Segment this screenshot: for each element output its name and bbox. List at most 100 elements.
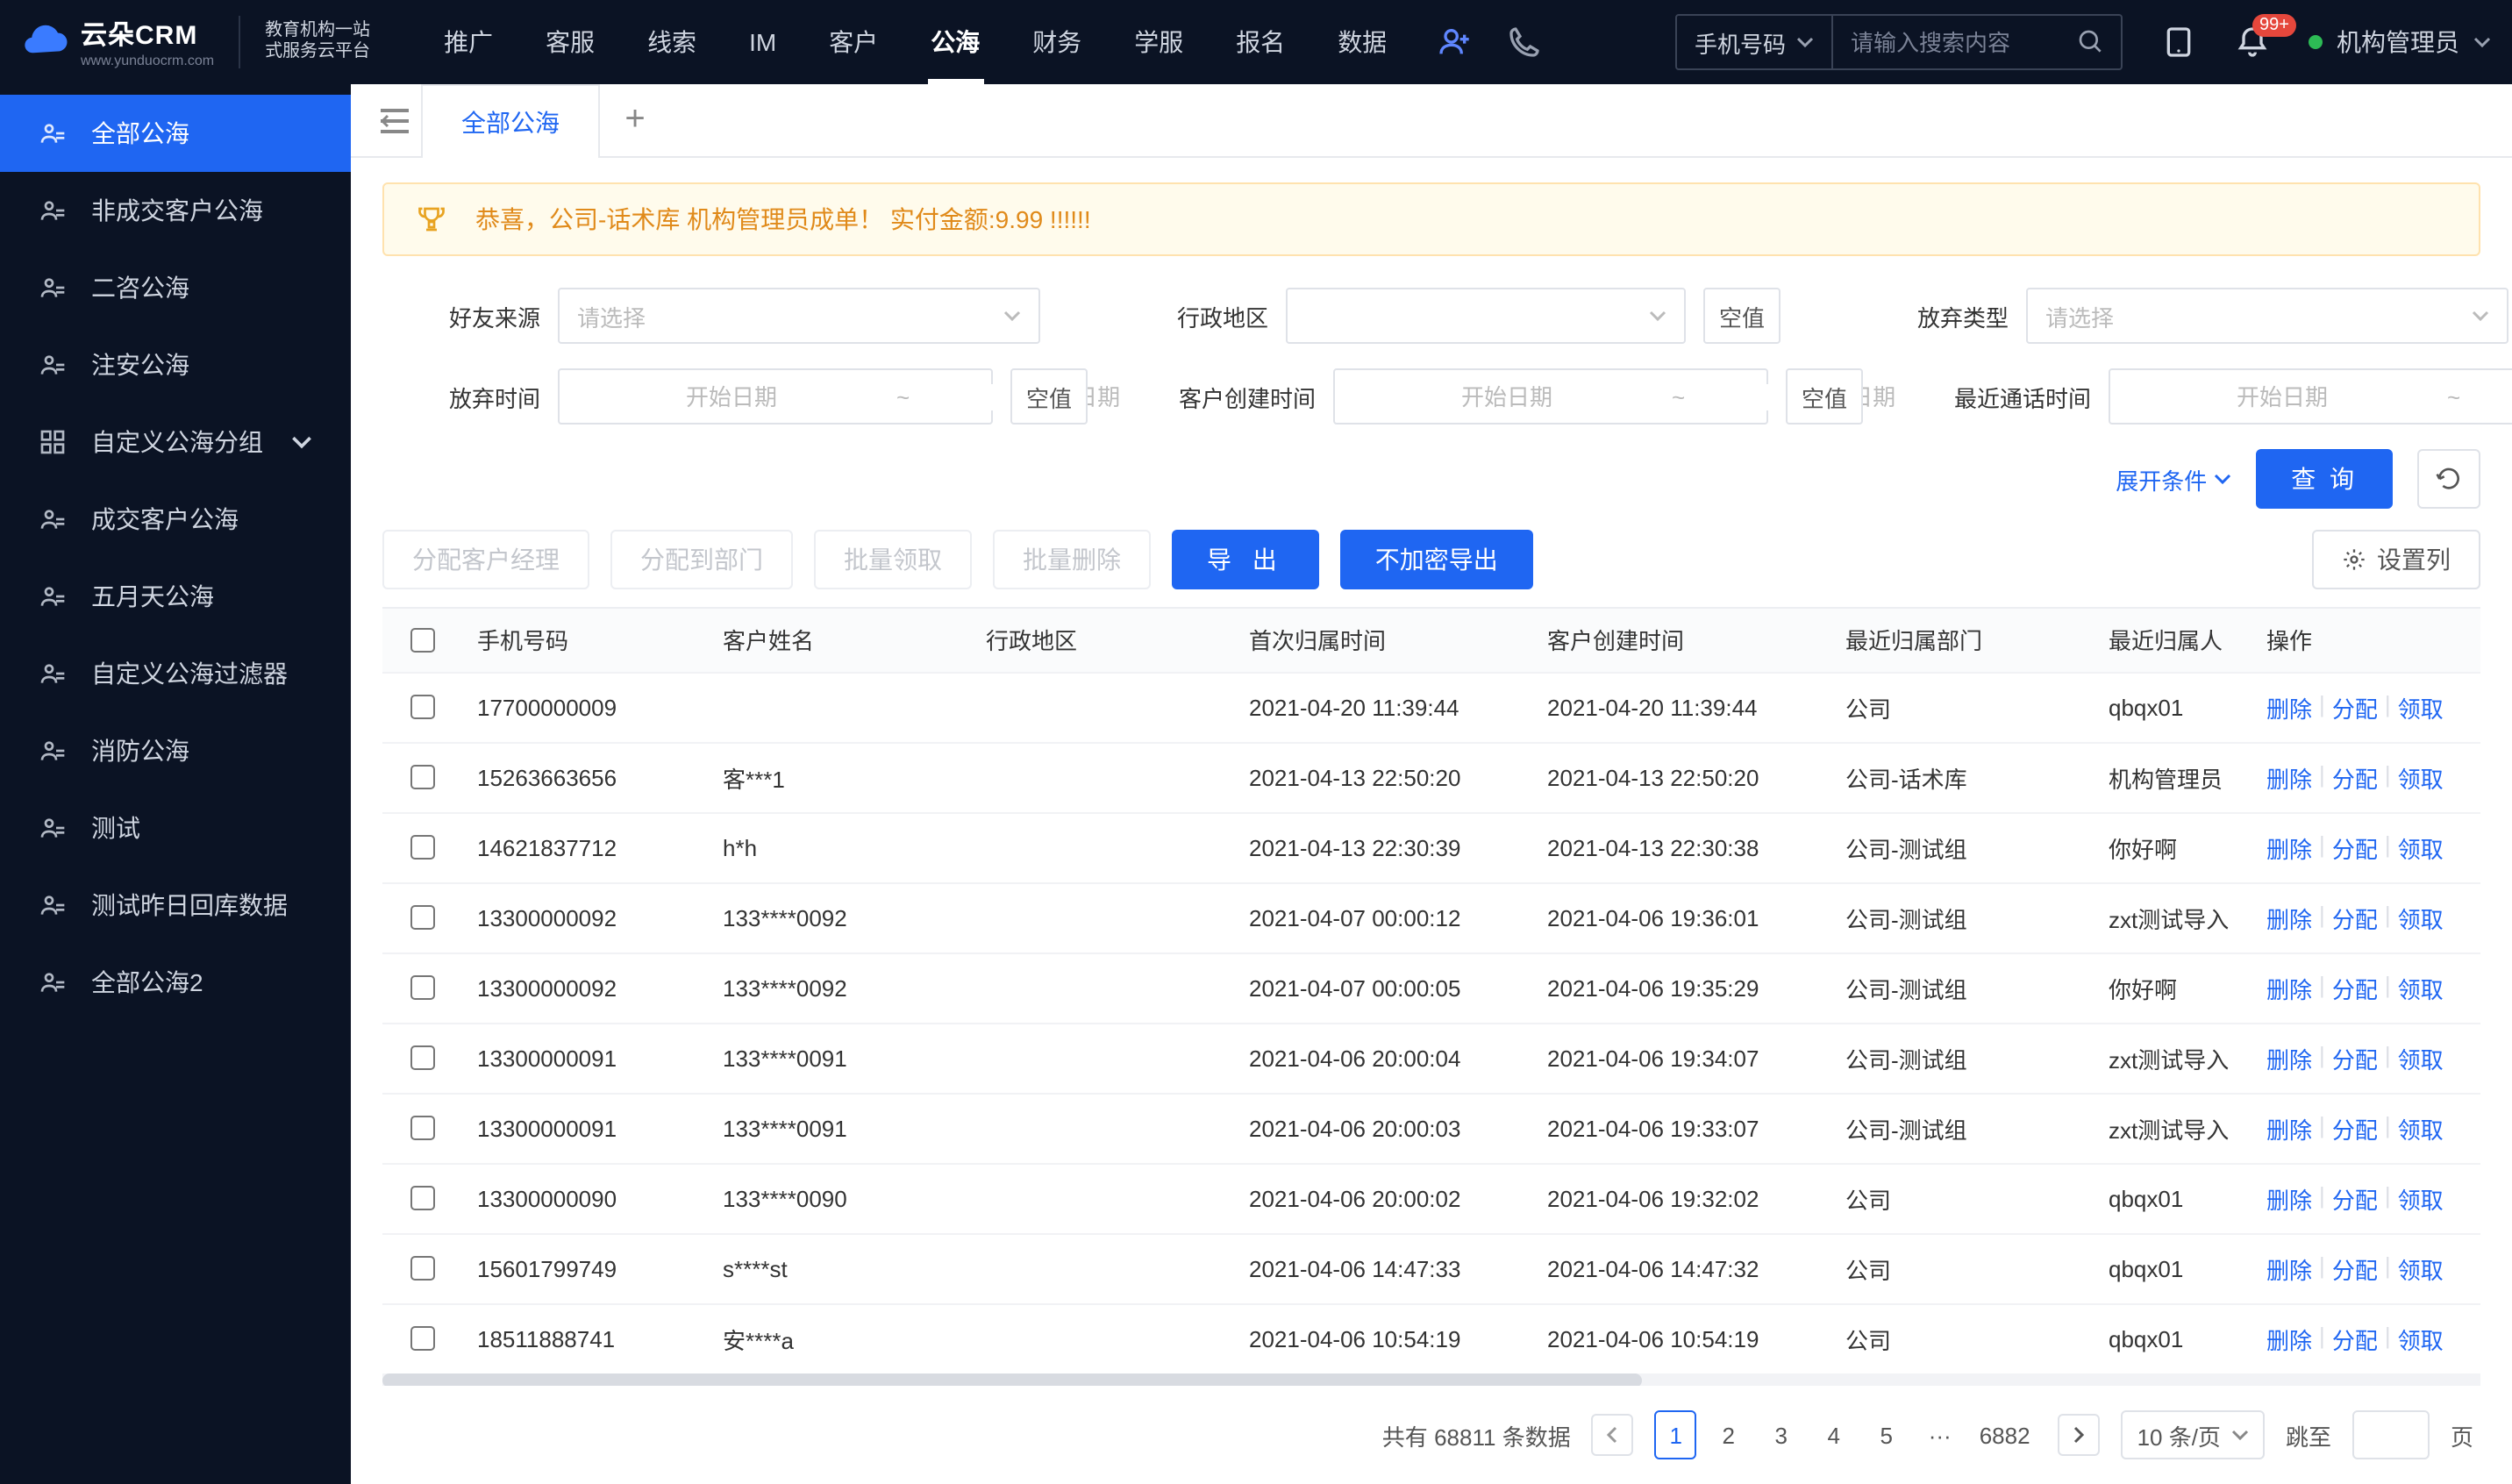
next-page-button[interactable] [2059,1414,2101,1456]
row-delete[interactable]: 删除 [2266,690,2312,724]
nav-客户[interactable]: 客户 [804,0,903,84]
sidebar-item-自定义公海分组[interactable]: 自定义公海分组 [0,403,351,481]
page-4[interactable]: 4 [1813,1410,1855,1459]
sidebar-item-消防公海[interactable]: 消防公海 [0,712,351,789]
select-all-checkbox[interactable] [410,628,435,653]
horizontal-scrollbar[interactable] [382,1373,2480,1386]
row-claim[interactable]: 领取 [2398,1181,2444,1215]
row-claim[interactable]: 领取 [2398,760,2444,794]
end-date-input[interactable] [2471,383,2512,410]
nav-IM[interactable]: IM [724,0,801,84]
row-checkbox[interactable] [410,1326,435,1351]
row-delete[interactable]: 删除 [2266,1322,2312,1355]
filter-放弃类型[interactable]: 请选择 [2026,288,2508,344]
page-size-select[interactable]: 10 条/页 [2122,1410,2265,1459]
sidebar-item-测试[interactable]: 测试 [0,789,351,867]
tab-all-public[interactable]: 全部公海 [421,84,600,158]
nav-数据[interactable]: 数据 [1313,0,1411,84]
row-delete[interactable]: 删除 [2266,971,2312,1004]
batch-delete-button[interactable]: 批量删除 [993,530,1151,589]
row-delete[interactable]: 删除 [2266,1181,2312,1215]
page-5[interactable]: 5 [1866,1410,1908,1459]
row-delete[interactable]: 删除 [2266,901,2312,934]
row-assign[interactable]: 分配 [2332,1252,2378,1285]
row-assign[interactable]: 分配 [2332,831,2378,864]
row-assign[interactable]: 分配 [2332,690,2378,724]
filter-客户创建时间[interactable]: ~ [1333,368,1768,425]
row-claim[interactable]: 领取 [2398,901,2444,934]
row-claim[interactable]: 领取 [2398,1252,2444,1285]
row-checkbox[interactable] [410,1186,435,1210]
row-assign[interactable]: 分配 [2332,971,2378,1004]
start-date-input[interactable] [1352,383,1661,410]
sidebar-item-注安公海[interactable]: 注安公海 [0,326,351,403]
sidebar-item-二咨公海[interactable]: 二咨公海 [0,249,351,326]
sidebar-item-全部公海2[interactable]: 全部公海2 [0,944,351,1021]
start-date-input[interactable] [2128,383,2437,410]
export-plain-button[interactable]: 不加密导出 [1340,530,1533,589]
row-delete[interactable]: 删除 [2266,1252,2312,1285]
scroll-thumb[interactable] [382,1373,1641,1386]
column-settings-button[interactable]: 设置列 [2312,530,2480,589]
nav-线索[interactable]: 线索 [623,0,721,84]
nav-报名[interactable]: 报名 [1211,0,1310,84]
filter-行政地区[interactable] [1286,288,1686,344]
row-assign[interactable]: 分配 [2332,1041,2378,1074]
jump-page-input[interactable] [2352,1410,2430,1459]
page-1[interactable]: 1 [1655,1410,1697,1459]
nav-客服[interactable]: 客服 [521,0,619,84]
start-date-input[interactable] [577,383,886,410]
row-assign[interactable]: 分配 [2332,760,2378,794]
filter-最近通话时间[interactable]: ~ [2109,368,2512,425]
user-menu[interactable]: 机构管理员 [2309,25,2491,60]
row-assign[interactable]: 分配 [2332,1181,2378,1215]
row-assign[interactable]: 分配 [2332,901,2378,934]
row-delete[interactable]: 删除 [2266,1041,2312,1074]
row-claim[interactable]: 领取 [2398,1322,2444,1355]
row-checkbox[interactable] [410,905,435,930]
phone-icon[interactable] [1506,25,1541,60]
row-claim[interactable]: 领取 [2398,1111,2444,1145]
filter-好友来源[interactable]: 请选择 [558,288,1040,344]
row-checkbox[interactable] [410,975,435,1000]
search-input[interactable] [1833,29,2061,55]
row-checkbox[interactable] [410,1256,435,1281]
row-checkbox[interactable] [410,765,435,789]
nav-学服[interactable]: 学服 [1110,0,1208,84]
empty-value-button[interactable]: 空值 [1010,368,1088,425]
last-page-button[interactable]: 6882 [1973,1410,2037,1459]
sidebar-item-非成交客户公海[interactable]: 非成交客户公海 [0,172,351,249]
sidebar-item-全部公海[interactable]: 全部公海 [0,95,351,172]
row-assign[interactable]: 分配 [2332,1322,2378,1355]
search-button[interactable] [2061,28,2121,56]
row-checkbox[interactable] [410,695,435,719]
row-assign[interactable]: 分配 [2332,1111,2378,1145]
assign-manager-button[interactable]: 分配客户经理 [382,530,589,589]
row-delete[interactable]: 删除 [2266,831,2312,864]
empty-value-button[interactable]: 空值 [1786,368,1863,425]
notifications[interactable]: 99+ [2235,25,2270,60]
row-checkbox[interactable] [410,1116,435,1140]
batch-claim-button[interactable]: 批量领取 [814,530,972,589]
expand-filters-link[interactable]: 展开条件 [2116,462,2231,496]
sidebar-item-自定义公海过滤器[interactable]: 自定义公海过滤器 [0,635,351,712]
page-3[interactable]: 3 [1760,1410,1802,1459]
user-plus-icon[interactable] [1436,25,1471,60]
tablet-icon[interactable] [2161,25,2196,60]
empty-value-button[interactable]: 空值 [1703,288,1781,344]
collapse-tabs-button[interactable] [368,108,421,132]
row-delete[interactable]: 删除 [2266,760,2312,794]
sidebar-item-测试昨日回库数据[interactable]: 测试昨日回库数据 [0,867,351,944]
row-delete[interactable]: 删除 [2266,1111,2312,1145]
assign-dept-button[interactable]: 分配到部门 [610,530,793,589]
nav-推广[interactable]: 推广 [419,0,517,84]
row-checkbox[interactable] [410,835,435,860]
row-claim[interactable]: 领取 [2398,1041,2444,1074]
row-claim[interactable]: 领取 [2398,690,2444,724]
page-2[interactable]: 2 [1708,1410,1750,1459]
row-checkbox[interactable] [410,1045,435,1070]
reset-button[interactable] [2417,449,2480,509]
row-claim[interactable]: 领取 [2398,971,2444,1004]
nav-公海[interactable]: 公海 [906,0,1004,84]
export-button[interactable]: 导 出 [1172,530,1319,589]
